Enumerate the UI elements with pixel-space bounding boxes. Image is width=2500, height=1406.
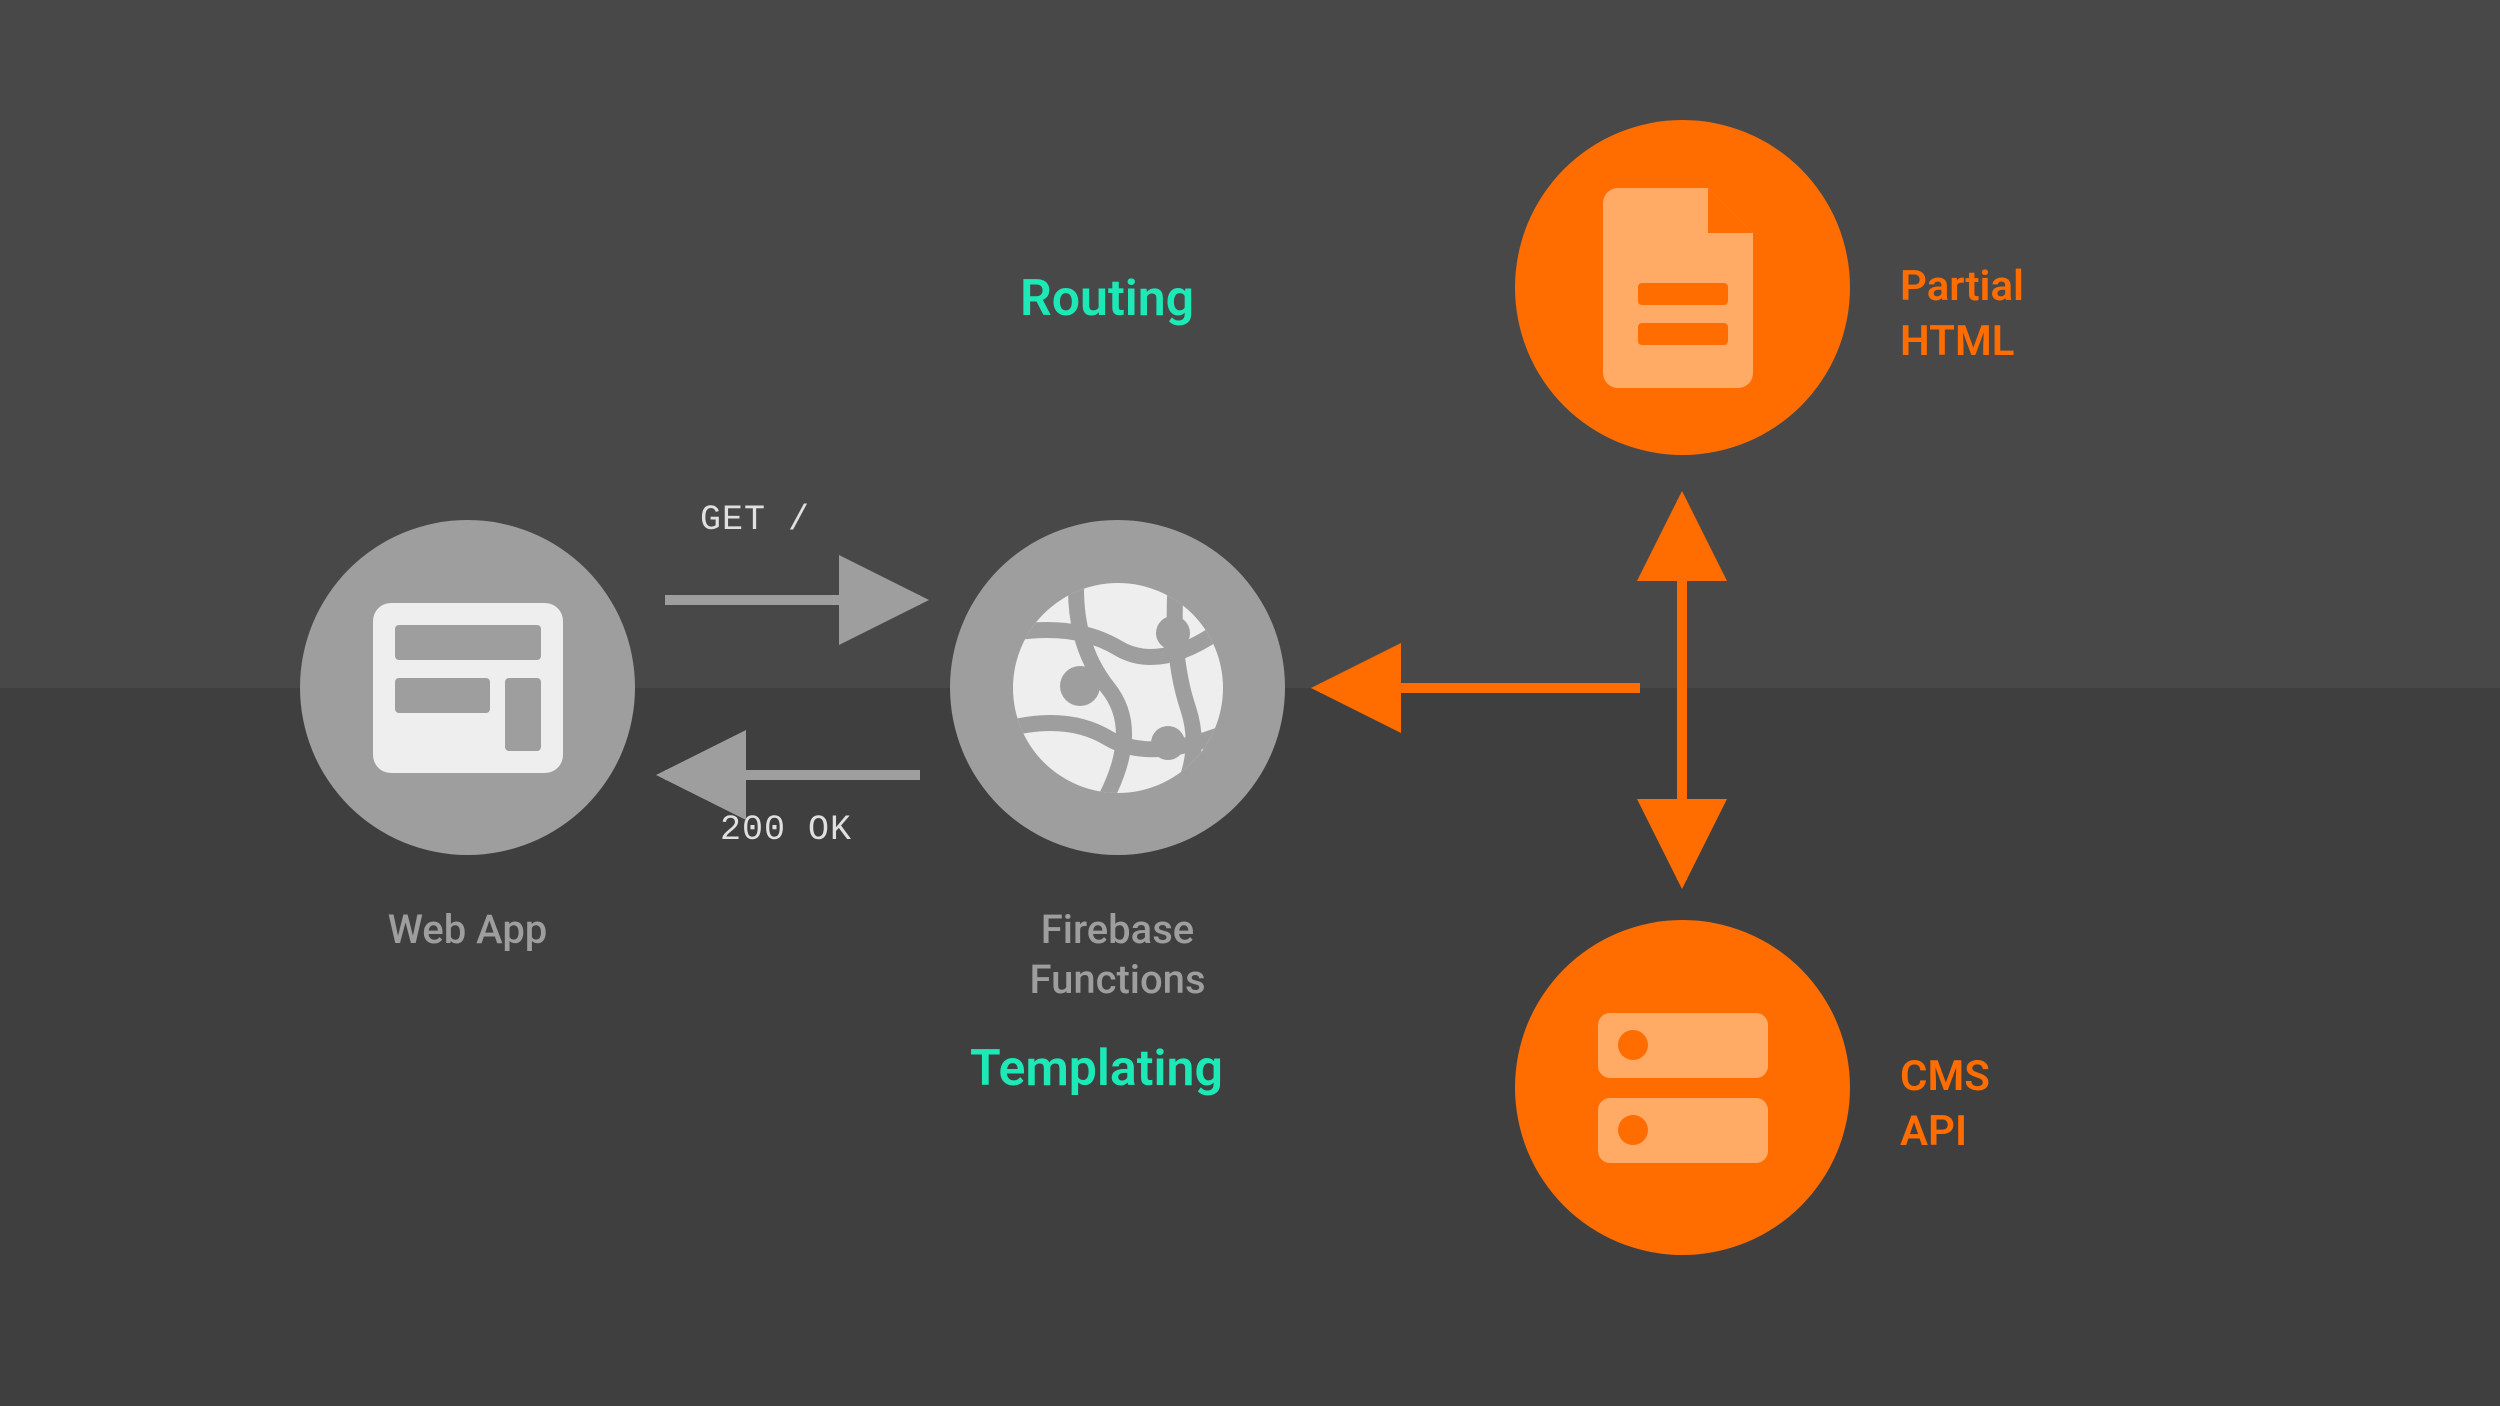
file-document-icon — [1603, 188, 1763, 388]
routing-title: Routing — [1020, 270, 1194, 328]
partial-html-label: Partial HTML — [1900, 260, 2024, 369]
webapp-icon — [373, 603, 563, 773]
request-label: GET / — [700, 500, 810, 540]
firebase-node — [950, 520, 1285, 855]
cms-api-label: CMS API — [1900, 1050, 1990, 1159]
server-icon — [1588, 993, 1778, 1183]
webapp-label: Web App — [300, 905, 635, 955]
templating-title: Templating — [970, 1040, 1223, 1098]
response-label: 200 OK — [720, 810, 852, 850]
webapp-node — [300, 520, 635, 855]
firebase-label: Firebase Functions — [950, 905, 1285, 1005]
network-globe-icon — [1008, 578, 1228, 798]
cms-api-node — [1515, 920, 1850, 1255]
partial-html-node — [1515, 120, 1850, 455]
